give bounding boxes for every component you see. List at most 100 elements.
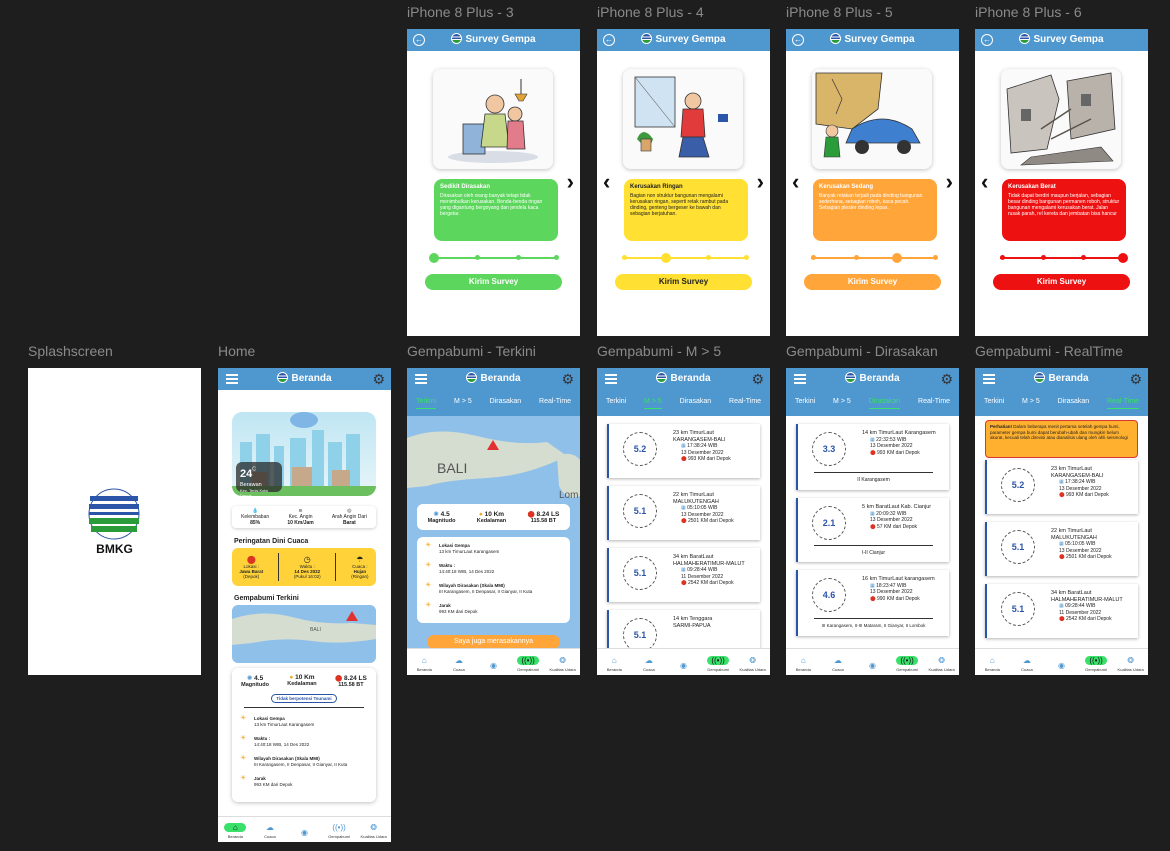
tab-m5[interactable]: M > 5 (644, 398, 662, 409)
nav-beranda[interactable]: ⌂ Beranda (220, 823, 250, 839)
nav-gempabumi[interactable]: ((•)) Gempabumi (324, 823, 354, 839)
nav-cuaca[interactable]: ☁ Cuaca (1012, 656, 1042, 672)
magnitude-circle: 4.6 (812, 578, 846, 612)
nav-gempabumi[interactable]: ((•)) Gempabumi (513, 656, 543, 672)
tab-terkini[interactable]: Terkini (795, 398, 815, 408)
slider-step[interactable] (1081, 255, 1087, 260)
nav-kualitas-udara[interactable]: ❂ Kualitas Udara (359, 823, 389, 839)
level-description: Bagian non struktur bangunan mengalami k… (630, 193, 729, 217)
nav-kualitas-udara[interactable]: ❂ Kualitas Udara (548, 656, 578, 672)
slider-step[interactable] (622, 255, 627, 260)
chevron-left-icon[interactable]: ‹ (981, 171, 988, 193)
home-icon: ⌂ (800, 656, 806, 665)
level-slider[interactable] (622, 253, 749, 263)
slider-step[interactable] (705, 255, 711, 260)
felt-quake-item[interactable]: 4.6 16 km TimurLaut karangasem ▦ 18:23:4… (796, 570, 949, 636)
quake-map[interactable] (407, 416, 580, 506)
quake-list-item[interactable]: 5.1 22 km TimurLaut MALUKUTENGAH ▦ 05:10… (607, 486, 760, 540)
chevron-left-icon[interactable]: ‹ (603, 171, 610, 193)
gear-icon[interactable]: ⚙ (561, 371, 574, 387)
tab-m5[interactable]: M > 5 (1022, 398, 1040, 408)
slider-thumb[interactable] (661, 253, 672, 263)
send-survey-button[interactable]: Kirim Survey (993, 274, 1130, 290)
nav-voice[interactable]: ◉ (1046, 661, 1076, 672)
slider-step[interactable] (475, 255, 481, 260)
quake-list-item[interactable]: 5.1 34 km BaratLaut HALMAHERATIMUR-MALUT… (607, 548, 760, 602)
quake-summary: 23 km TimurLaut KARANGASEM-BALI ▦ 17:38:… (1051, 466, 1109, 499)
tab-dirasakan[interactable]: Dirasakan (1058, 398, 1090, 408)
slider-step[interactable] (932, 255, 938, 260)
gear-icon[interactable]: ⚙ (1129, 371, 1142, 387)
nav-cuaca[interactable]: ☁ Cuaca (634, 656, 664, 672)
distance-value: 993 KM dari Depok (1066, 492, 1109, 498)
send-survey-button[interactable]: Kirim Survey (804, 274, 941, 290)
slider-step[interactable] (743, 255, 749, 260)
chevron-right-icon[interactable]: › (946, 171, 953, 193)
nav-voice[interactable]: ◉ (478, 661, 508, 672)
tab-dirasakan[interactable]: Dirasakan (868, 398, 901, 409)
gear-icon[interactable]: ⚙ (372, 371, 385, 387)
gear-icon[interactable]: ⚙ (751, 371, 764, 387)
nav-cuaca[interactable]: ☁ Cuaca (444, 656, 474, 672)
nav-beranda[interactable]: ⌂ Beranda (977, 656, 1007, 672)
send-survey-button[interactable]: Kirim Survey (425, 274, 562, 290)
felt-quake-item[interactable]: 3.3 14 km TimurLaut Karangasem ▦ 22:32:5… (796, 424, 949, 490)
tab-realtime[interactable]: Real-Time (729, 398, 761, 408)
quake-map[interactable]: BALI (232, 605, 376, 663)
nav-beranda[interactable]: ⌂ Beranda (788, 656, 818, 672)
level-slider[interactable] (1000, 253, 1129, 263)
chevron-left-icon[interactable]: ‹ (792, 171, 799, 193)
microphone-icon: ◉ (300, 828, 308, 837)
frame-label-terkini: Gempabumi - Terkini (407, 343, 536, 359)
latitude-value: 8.24 LS (344, 675, 367, 682)
slider-thumb[interactable] (1118, 253, 1129, 263)
nav-voice[interactable]: ◉ (668, 661, 698, 672)
nav-kualitas-udara[interactable]: ❂ Kualitas Udara (927, 656, 957, 672)
slider-step[interactable] (1000, 255, 1005, 260)
stat-value: Barat (342, 520, 356, 526)
slider-step[interactable] (854, 255, 860, 260)
felt-it-button[interactable]: Saya juga merasakannya (427, 635, 560, 649)
nav-cuaca[interactable]: ☁ Cuaca (255, 823, 285, 839)
nav-label: Cuaca (264, 834, 276, 839)
nav-beranda[interactable]: ⌂ Beranda (409, 656, 439, 672)
send-survey-button[interactable]: Kirim Survey (615, 274, 752, 290)
quake-list-item[interactable]: 5.1 34 km BaratLaut HALMAHERATIMUR-MALUT… (985, 584, 1138, 638)
warning-weather: ☂ Cuaca : Hujan (Ringan) (351, 555, 368, 579)
tab-realtime[interactable]: Real-Time (1107, 398, 1140, 409)
tab-terkini[interactable]: Terkini (984, 398, 1004, 408)
slider-step[interactable] (811, 255, 816, 260)
nav-kualitas-udara[interactable]: ❂ Kualitas Udara (1116, 656, 1146, 672)
nav-voice[interactable]: ◉ (857, 661, 887, 672)
slider-step[interactable] (1040, 255, 1046, 260)
tab-m5[interactable]: M > 5 (833, 398, 851, 408)
slider-step[interactable] (553, 255, 559, 260)
quake-list-item[interactable]: 5.1 22 km TimurLaut MALUKUTENGAH ▦ 05:10… (985, 522, 1138, 576)
level-slider[interactable] (811, 253, 938, 263)
level-slider[interactable] (429, 253, 559, 263)
nav-gempabumi[interactable]: ((•)) Gempabumi (1081, 656, 1111, 672)
quake-list-item[interactable]: 5.2 23 km TimurLaut KARANGASEM-BALI ▦ 17… (985, 460, 1138, 514)
tab-dirasakan[interactable]: Dirasakan (680, 398, 712, 408)
chevron-right-icon[interactable]: › (567, 171, 574, 193)
tab-dirasakan[interactable]: Dirasakan (490, 398, 522, 408)
nav-gempabumi[interactable]: ((•)) Gempabumi (892, 656, 922, 672)
nav-kualitas-udara[interactable]: ❂ Kualitas Udara (738, 656, 768, 672)
gear-icon[interactable]: ⚙ (940, 371, 953, 387)
nav-voice[interactable]: ◉ (289, 828, 319, 839)
tab-terkini[interactable]: Terkini (606, 398, 626, 408)
slider-thumb[interactable] (429, 253, 439, 263)
chevron-right-icon[interactable]: › (757, 171, 764, 193)
nav-beranda[interactable]: ⌂ Beranda (599, 656, 629, 672)
slider-thumb[interactable] (892, 253, 903, 263)
nav-cuaca[interactable]: ☁ Cuaca (823, 656, 853, 672)
slider-step[interactable] (515, 255, 521, 260)
felt-quake-item[interactable]: 2.1 5 km BaratLaut Kab. Cianjur ▦ 20:09:… (796, 498, 949, 562)
magnitude-icon: ✺ (246, 675, 253, 682)
tab-realtime[interactable]: Real-Time (539, 398, 571, 408)
tab-m5[interactable]: M > 5 (454, 398, 472, 408)
nav-gempabumi[interactable]: ((•)) Gempabumi (703, 656, 733, 672)
quake-list-item[interactable]: 5.2 23 km TimurLaut KARANGASEM-BALI ▦ 17… (607, 424, 760, 478)
tab-terkini[interactable]: Terkini (415, 398, 437, 409)
tab-realtime[interactable]: Real-Time (918, 398, 950, 408)
